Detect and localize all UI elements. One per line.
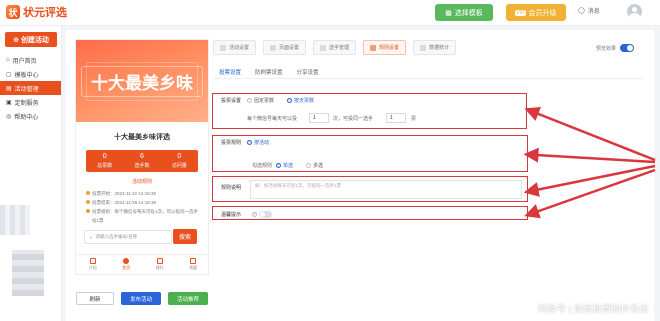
- arrow-3: [523, 164, 656, 197]
- annotation-arrows: [523, 106, 656, 219]
- arrow-1: [524, 106, 656, 162]
- arrow-2: [523, 147, 656, 164]
- watermark: 网易号 | 微信投票制作系统: [538, 304, 649, 314]
- arrow-4: [524, 168, 656, 219]
